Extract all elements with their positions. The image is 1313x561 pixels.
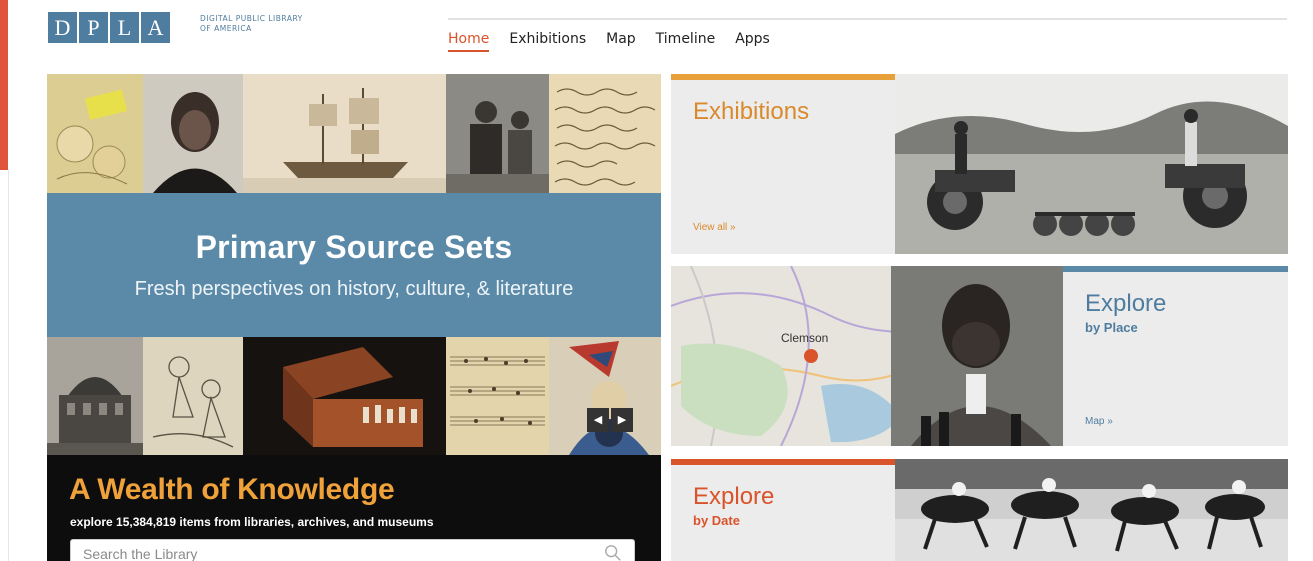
logo-letter-l: L	[110, 12, 139, 43]
explore-by-date-card[interactable]: Explore by Date	[671, 459, 1288, 561]
nav-exhibitions[interactable]: Exhibitions	[509, 31, 586, 52]
logo-letter-a: A	[141, 12, 170, 43]
logo-subtitle-line2: OF AMERICA	[200, 24, 252, 33]
search-input[interactable]	[71, 540, 595, 561]
sketch-figures-image	[143, 337, 243, 455]
handwritten-letter-image	[549, 74, 661, 193]
nav-map[interactable]: Map	[606, 31, 636, 52]
sheet-music-image	[446, 337, 549, 455]
carousel-controls: ◀ ▶	[587, 408, 633, 432]
political-cartoon-image	[47, 74, 143, 193]
logo-letter-p: P	[79, 12, 108, 43]
search-icon[interactable]	[604, 544, 622, 561]
nav-home[interactable]: Home	[448, 31, 490, 52]
map-photo: Clemson	[671, 266, 1063, 446]
wealth-subtitle: explore 15,384,819 items from libraries,…	[70, 515, 434, 529]
date-accent	[671, 459, 895, 465]
carousel-prev-button[interactable]: ◀	[587, 408, 609, 432]
nav-apps[interactable]: Apps	[735, 31, 770, 52]
nav-timeline[interactable]: Timeline	[656, 31, 716, 52]
main-nav: Home Exhibitions Map Timeline Apps	[448, 31, 770, 52]
left-divider	[8, 170, 9, 561]
feature-banner[interactable]: Primary Source Sets Fresh perspectives o…	[47, 193, 661, 337]
feature-subtitle: Fresh perspectives on history, culture, …	[134, 278, 574, 300]
portrait-woman-image	[143, 74, 243, 193]
logo-subtitle: DIGITAL PUBLIC LIBRARY OF AMERICA	[200, 14, 303, 34]
feature-title: Primary Source Sets	[195, 229, 513, 265]
ruined-dome-image	[47, 337, 143, 455]
image-strip-top	[47, 74, 661, 193]
family-photo-image	[446, 74, 549, 193]
exhibitions-view-all-link[interactable]: View all »	[693, 222, 736, 233]
dpla-logo[interactable]: D P L A	[48, 12, 170, 43]
explore-date-subtitle: by Date	[693, 513, 740, 528]
header-rule	[448, 18, 1287, 20]
carousel-next-button[interactable]: ▶	[611, 408, 633, 432]
wealth-title: A Wealth of Knowledge	[69, 473, 395, 506]
left-accent-bar	[0, 0, 8, 170]
logo-subtitle-line1: DIGITAL PUBLIC LIBRARY	[200, 14, 303, 23]
search-box	[70, 539, 635, 561]
place-accent	[1063, 266, 1288, 272]
exhibitions-accent	[671, 74, 895, 80]
explore-place-subtitle: by Place	[1085, 320, 1138, 335]
war-poster-image	[549, 337, 661, 455]
wooden-chest-image	[243, 337, 446, 455]
logo-letter-d: D	[48, 12, 77, 43]
explore-place-title: Explore	[1085, 290, 1167, 317]
primary-source-sets-carousel[interactable]: Primary Source Sets Fresh perspectives o…	[47, 74, 661, 561]
wealth-search-panel: A Wealth of Knowledge explore 15,384,819…	[47, 455, 661, 561]
sailing-ship-image	[243, 74, 446, 193]
explore-by-place-card[interactable]: Clemson Explore by Place Map »	[671, 266, 1288, 446]
explore-date-title: Explore	[693, 483, 775, 510]
horse-race-photo	[895, 459, 1288, 561]
exhibitions-title: Exhibitions	[693, 98, 810, 125]
map-clemson-label: Clemson	[781, 331, 828, 345]
tractor-photo	[895, 74, 1288, 254]
image-strip-bottom	[47, 337, 661, 455]
exhibitions-card[interactable]: Exhibitions View all »	[671, 74, 1288, 254]
map-link[interactable]: Map »	[1085, 416, 1113, 427]
